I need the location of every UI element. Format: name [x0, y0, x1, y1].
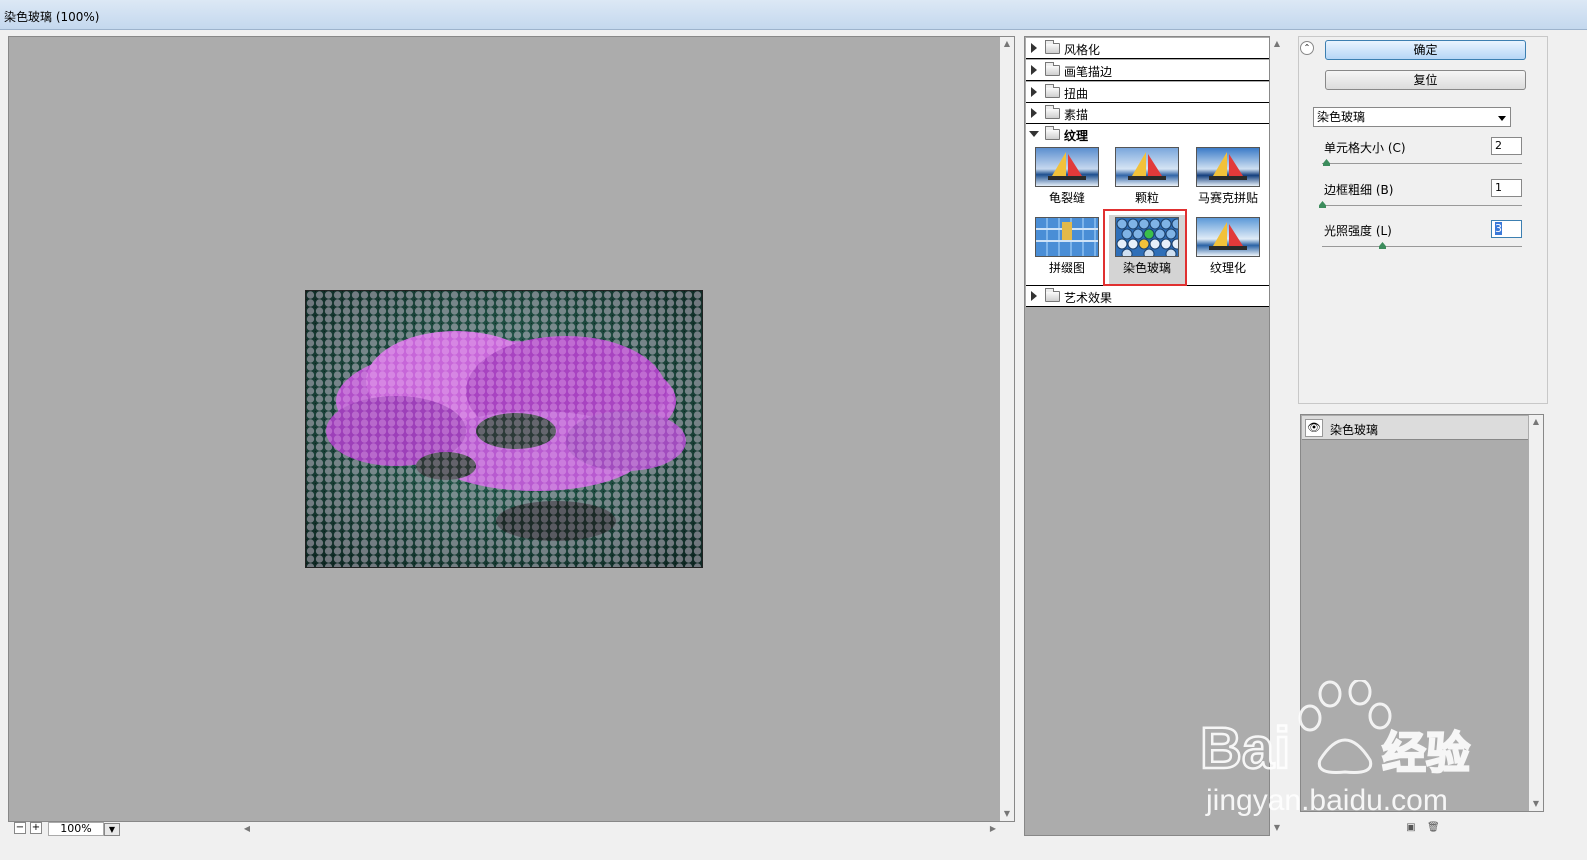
scroll-down-icon[interactable]: ▼	[1000, 807, 1014, 821]
light-intensity-slider[interactable]	[1322, 242, 1522, 249]
watermark-brand: Bai	[1200, 716, 1290, 781]
folder-icon	[1045, 62, 1060, 76]
zoom-bar: − + 100% ▼ ◀ ▶	[8, 822, 1015, 836]
category-label: 素描	[1064, 108, 1089, 122]
filter-thumb-patchwork[interactable]: 拼缀图	[1029, 217, 1105, 283]
baidu-watermark: Bai 经验 jingyan.baidu.com	[1200, 680, 1471, 817]
watermark-brand-cn: 经验	[1382, 728, 1470, 779]
window-title: 染色玻璃 (100%)	[4, 10, 100, 24]
expand-arrow-icon[interactable]	[1031, 87, 1037, 97]
filter-thumb-grain[interactable]: 颗粒	[1109, 147, 1185, 213]
ok-button[interactable]: 确定	[1325, 40, 1526, 60]
folder-icon	[1045, 40, 1060, 54]
category-stylize[interactable]: 风格化	[1026, 38, 1269, 59]
preview-horizontal-scrollbar[interactable]: ◀ ▶	[240, 822, 1000, 836]
folder-icon	[1045, 288, 1060, 302]
category-label: 扭曲	[1064, 87, 1089, 101]
highlight-stained-glass	[1103, 209, 1187, 286]
filter-thumb-mosaic-tiles[interactable]: 马赛克拼贴	[1190, 147, 1266, 213]
effect-layer-name: 染色玻璃	[1330, 423, 1379, 437]
preview-image	[305, 290, 703, 568]
expand-arrow-icon[interactable]	[1031, 65, 1037, 75]
scroll-left-icon[interactable]: ◀	[240, 822, 254, 836]
preview-canvas[interactable]	[8, 36, 1015, 822]
watermark-url: jingyan.baidu.com	[1205, 784, 1448, 817]
filter-select-value: 染色玻璃	[1317, 110, 1366, 124]
collapse-gallery-icon[interactable]: ⌃	[1300, 41, 1314, 55]
expand-arrow-icon[interactable]	[1031, 108, 1037, 118]
cell-size-label: 单元格大小 (C)	[1324, 141, 1406, 155]
light-intensity-value: 3	[1495, 222, 1502, 235]
cell-size-slider[interactable]	[1322, 159, 1522, 166]
folder-open-icon	[1045, 126, 1060, 140]
category-label: 艺术效果	[1064, 291, 1113, 305]
category-sketch[interactable]: 素描	[1026, 103, 1269, 124]
grain-preview	[1115, 147, 1179, 187]
chevron-down-icon	[1498, 116, 1506, 121]
category-artistic[interactable]: 艺术效果	[1026, 286, 1269, 307]
scroll-down-icon[interactable]: ▼	[1270, 821, 1284, 835]
filter-caption: 颗粒	[1134, 191, 1159, 205]
scroll-up-icon[interactable]: ▲	[1000, 37, 1014, 51]
scroll-up-icon[interactable]: ▲	[1529, 415, 1543, 429]
zoom-level-field[interactable]: 100%	[48, 822, 104, 836]
light-intensity-label: 光照强度 (L)	[1324, 224, 1392, 238]
delete-layer-icon[interactable]: 🗑	[1427, 822, 1440, 834]
folder-icon	[1045, 84, 1060, 98]
filter-thumb-texturizer[interactable]: 纹理化	[1190, 217, 1266, 283]
eye-icon[interactable]: 👁	[1305, 419, 1323, 437]
scroll-down-icon[interactable]: ▼	[1529, 797, 1543, 811]
category-label: 风格化	[1064, 43, 1101, 57]
title-bar: 染色玻璃 (100%)	[0, 0, 1587, 30]
zoom-dropdown-icon[interactable]: ▼	[104, 823, 120, 836]
category-label: 纹理	[1064, 129, 1089, 143]
stained-glass-flower-image	[306, 291, 702, 567]
filter-caption: 马赛克拼贴	[1197, 191, 1258, 205]
filter-thumb-craquelure[interactable]: 龟裂缝	[1029, 147, 1105, 213]
craquelure-preview	[1035, 147, 1099, 187]
zoom-in-icon[interactable]: +	[30, 822, 42, 834]
filter-caption: 拼缀图	[1048, 261, 1085, 275]
cell-size-input[interactable]: 2	[1491, 137, 1522, 155]
texturizer-preview	[1196, 217, 1260, 257]
filter-select[interactable]: 染色玻璃	[1313, 107, 1511, 127]
border-thickness-slider[interactable]	[1319, 201, 1522, 208]
collapse-arrow-icon[interactable]	[1029, 131, 1039, 137]
scroll-right-icon[interactable]: ▶	[986, 822, 1000, 836]
layers-scrollbar[interactable]: ▲ ▼	[1529, 415, 1543, 811]
category-texture[interactable]: 纹理	[1026, 124, 1269, 145]
new-layer-icon[interactable]: ▣	[1405, 822, 1417, 834]
zoom-out-icon[interactable]: −	[14, 822, 26, 834]
filter-caption: 龟裂缝	[1048, 191, 1085, 205]
mosaic-tiles-preview	[1196, 147, 1260, 187]
preview-vertical-scrollbar[interactable]: ▲ ▼	[1000, 37, 1014, 821]
category-distort[interactable]: 扭曲	[1026, 82, 1269, 103]
effect-layer-row[interactable]: 👁 染色玻璃	[1302, 416, 1528, 440]
category-brush-strokes[interactable]: 画笔描边	[1026, 60, 1269, 81]
light-intensity-input[interactable]: 3	[1491, 220, 1522, 238]
patchwork-preview	[1035, 217, 1099, 257]
category-label: 画笔描边	[1064, 65, 1113, 79]
border-thickness-input[interactable]: 1	[1491, 179, 1522, 197]
expand-arrow-icon[interactable]	[1031, 43, 1037, 53]
filter-caption: 纹理化	[1209, 261, 1246, 275]
scroll-up-icon[interactable]: ▲	[1270, 37, 1284, 51]
reset-button[interactable]: 复位	[1325, 70, 1526, 90]
border-thickness-label: 边框粗细 (B)	[1324, 183, 1394, 197]
expand-arrow-icon[interactable]	[1031, 291, 1037, 301]
folder-icon	[1045, 105, 1060, 119]
